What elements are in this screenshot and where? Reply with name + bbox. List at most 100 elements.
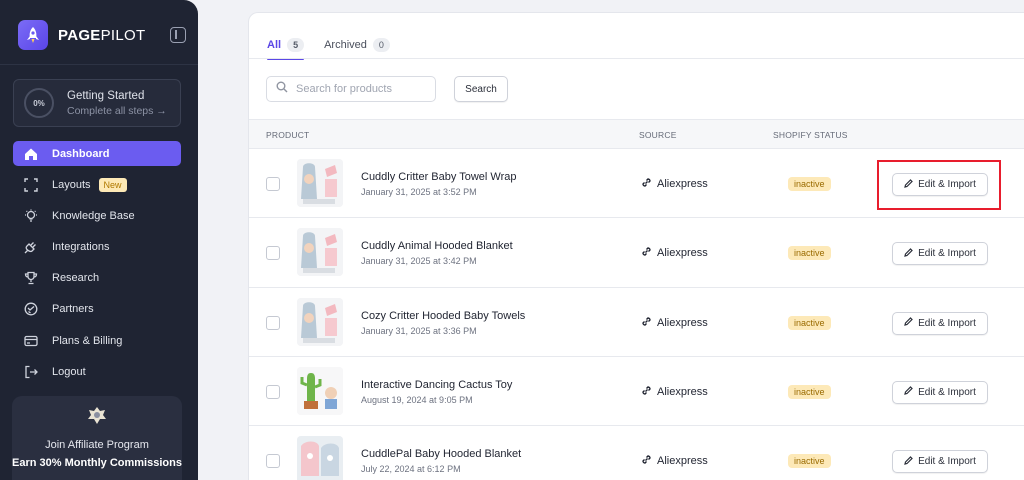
- sidebar-item-logout[interactable]: Logout: [13, 359, 181, 384]
- sidebar-item-integrations[interactable]: Integrations: [13, 235, 181, 260]
- status-badge: inactive: [788, 246, 831, 261]
- sidebar-item-knowledge-base[interactable]: Knowledge Base: [13, 203, 181, 228]
- product-table: Cuddly Critter Baby Towel Wrap January 3…: [249, 149, 1024, 480]
- divider: [0, 64, 198, 65]
- product-name[interactable]: Cuddly Critter Baby Towel Wrap: [361, 171, 517, 183]
- product-thumbnail[interactable]: [297, 436, 343, 480]
- row-checkbox[interactable]: [266, 315, 280, 330]
- search-icon: [276, 80, 288, 98]
- product-thumbnail[interactable]: [297, 297, 343, 346]
- table-row: Cozy Critter Hooded Baby Towels January …: [249, 288, 1024, 357]
- getting-started-title: Getting Started: [67, 89, 145, 102]
- pencil-icon: [904, 247, 913, 260]
- table-row: Interactive Dancing Cactus Toy August 19…: [249, 357, 1024, 427]
- pencil-icon: [904, 455, 913, 468]
- sidebar-item-label: Plans & Billing: [52, 334, 123, 347]
- product-name[interactable]: CuddlePal Baby Hooded Blanket: [361, 448, 521, 460]
- edit-import-button[interactable]: Edit & Import: [892, 173, 988, 196]
- brand-name: PAGEPILOT: [58, 26, 146, 44]
- product-name[interactable]: Cozy Critter Hooded Baby Towels: [361, 310, 525, 322]
- link-icon: [641, 385, 652, 399]
- credit-card-icon: [24, 334, 38, 348]
- product-thumbnail[interactable]: [297, 159, 343, 207]
- divider: [249, 58, 1024, 59]
- edit-import-button[interactable]: Edit & Import: [892, 380, 988, 404]
- row-checkbox[interactable]: [266, 384, 280, 399]
- product-date: January 31, 2025 at 3:42 PM: [361, 256, 477, 267]
- product-name[interactable]: Cuddly Animal Hooded Blanket: [361, 240, 513, 252]
- link-icon: [641, 316, 652, 330]
- sidebar-item-label: Research: [52, 272, 100, 285]
- tabs: All 5 Archived 0: [267, 31, 410, 60]
- affiliate-card[interactable]: Join Affiliate Program Earn 30% Monthly …: [12, 396, 182, 480]
- search-input[interactable]: [296, 83, 426, 95]
- getting-started-subtitle: Complete all steps →: [67, 104, 167, 117]
- row-checkbox[interactable]: [266, 454, 280, 469]
- status-badge: inactive: [788, 315, 831, 330]
- sidebar: PAGEPILOT 0% Getting Started Complete al…: [0, 0, 198, 480]
- sidebar-item-partners[interactable]: Partners: [13, 297, 181, 322]
- new-badge: New: [98, 177, 127, 192]
- main-panel: All5 Archived0 Search PRODUCT SOURCE SHO…: [248, 12, 1024, 480]
- product-date: January 31, 2025 at 3:36 PM: [361, 325, 477, 336]
- sidebar-item-label: Partners: [52, 303, 94, 316]
- table-header: PRODUCT SOURCE SHOPIFY STATUS: [249, 119, 1024, 149]
- product-thumbnail[interactable]: [297, 366, 343, 415]
- sidebar-item-dashboard[interactable]: Dashboard: [13, 141, 181, 166]
- status-badge: inactive: [788, 384, 831, 399]
- sidebar-item-label: Knowledge Base: [52, 209, 135, 222]
- product-date: January 31, 2025 at 3:52 PM: [361, 187, 477, 197]
- column-header-status: SHOPIFY STATUS: [773, 130, 848, 140]
- product-date: July 22, 2024 at 6:12 PM: [361, 464, 461, 475]
- sidebar-item-research[interactable]: Research: [13, 266, 181, 291]
- lightbulb-icon: [24, 209, 38, 223]
- sidebar-item-plans-billing[interactable]: Plans & Billing: [13, 328, 181, 353]
- source-link[interactable]: Aliexpress: [641, 316, 708, 330]
- edit-import-button[interactable]: Edit & Import: [892, 311, 988, 335]
- tab-all[interactable]: All 5: [267, 31, 305, 60]
- row-checkbox[interactable]: [266, 246, 280, 261]
- partners-icon: [24, 302, 38, 316]
- sidebar-item-label: Logout: [52, 365, 86, 378]
- handshake-icon: [12, 405, 182, 425]
- getting-started-card[interactable]: 0% Getting Started Complete all steps →: [13, 79, 181, 127]
- brand[interactable]: PAGEPILOT: [18, 20, 145, 50]
- sidebar-collapse-icon[interactable]: [170, 27, 186, 43]
- source-link[interactable]: Aliexpress: [641, 454, 708, 468]
- row-checkbox[interactable]: [266, 177, 280, 191]
- pencil-icon: [904, 317, 913, 329]
- link-icon: [641, 246, 652, 260]
- sidebar-item-layouts[interactable]: Layouts New: [13, 172, 181, 197]
- column-header-source: SOURCE: [639, 130, 677, 140]
- sidebar-nav: Dashboard Layouts New Knowledge Base Int…: [13, 141, 181, 391]
- affiliate-subtitle: Earn 30% Monthly Commissions: [12, 457, 182, 469]
- source-link[interactable]: Aliexpress: [641, 385, 708, 399]
- link-icon: [641, 177, 652, 191]
- sidebar-item-label: Integrations: [52, 241, 110, 254]
- rocket-icon: [18, 20, 48, 50]
- sidebar-item-label: Dashboard: [52, 147, 110, 160]
- status-badge: inactive: [788, 454, 831, 469]
- pencil-icon: [904, 178, 913, 191]
- product-name[interactable]: Interactive Dancing Cactus Toy: [361, 379, 512, 391]
- layout-icon: [24, 177, 38, 192]
- tab-archived[interactable]: Archived 0: [324, 31, 390, 59]
- plug-icon: [24, 240, 38, 254]
- table-row: CuddlePal Baby Hooded Blanket July 22, 2…: [249, 426, 1024, 480]
- edit-import-button[interactable]: Edit & Import: [892, 242, 988, 266]
- source-link[interactable]: Aliexpress: [641, 246, 708, 260]
- sidebar-item-label: Layouts: [52, 178, 91, 191]
- search-field[interactable]: [266, 76, 436, 102]
- edit-import-button[interactable]: Edit & Import: [892, 450, 988, 474]
- column-header-product: PRODUCT: [266, 130, 310, 140]
- logout-icon: [24, 365, 38, 379]
- search-button[interactable]: Search: [454, 76, 508, 102]
- trophy-icon: [24, 271, 38, 285]
- product-thumbnail[interactable]: [297, 228, 343, 277]
- home-icon: [24, 147, 38, 161]
- tab-count: 0: [372, 38, 390, 52]
- table-row: Cuddly Critter Baby Towel Wrap January 3…: [249, 149, 1024, 219]
- link-icon: [641, 454, 652, 468]
- source-link[interactable]: Aliexpress: [641, 177, 708, 191]
- progress-ring: 0%: [24, 88, 54, 118]
